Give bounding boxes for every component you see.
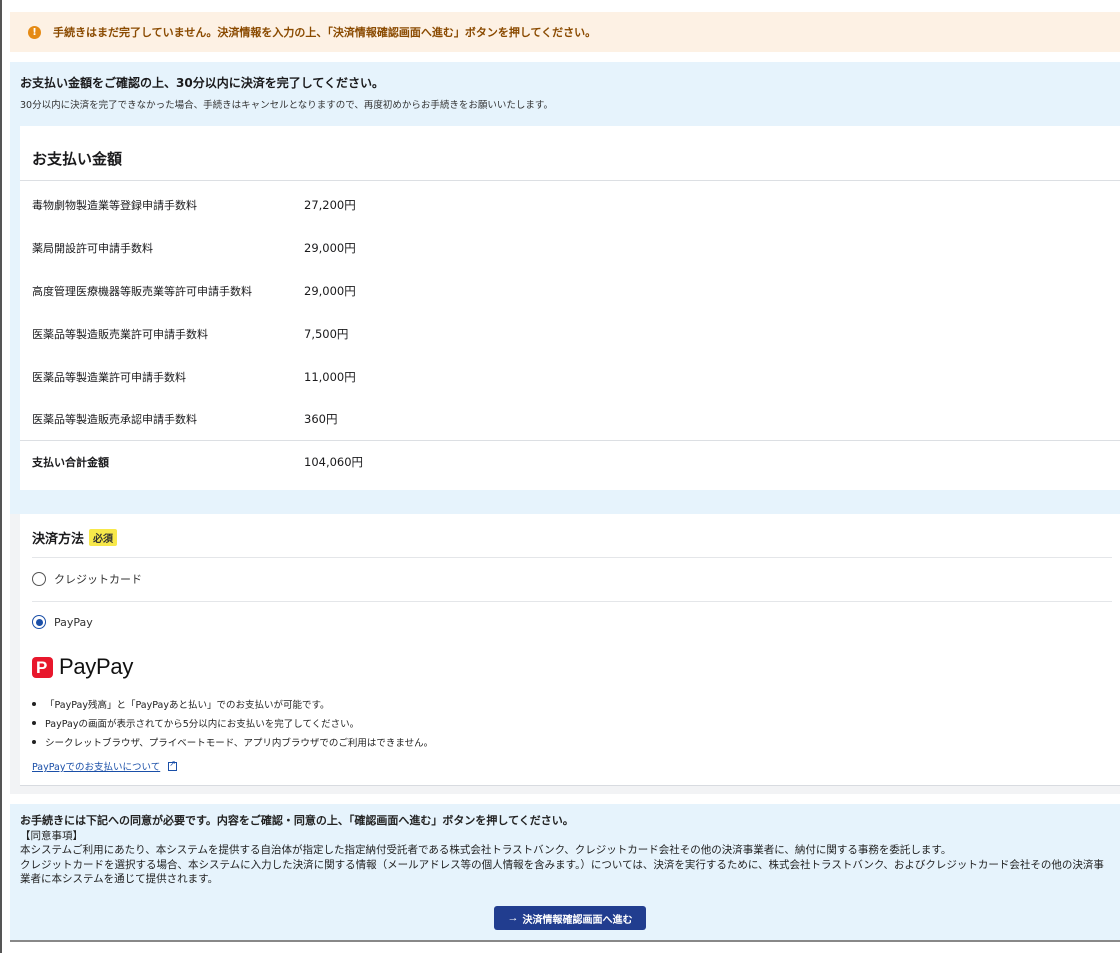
fee-row: 高度管理医療機器等販売業等許可申請手数料 29,000円 — [32, 281, 356, 301]
exclamation-icon: ! — [28, 25, 41, 39]
fee-name: 医薬品等製造販売承認申請手数料 — [32, 413, 197, 426]
arrow-right-icon: → — [507, 912, 519, 924]
payment-method-panel: 決済方法 必須 クレジットカード PayPay PayPay 「PayPay残高… — [20, 514, 1120, 786]
total-amount: 104,060円 — [304, 455, 364, 469]
alert-text: 手続きはまだ完了していません。決済情報を入力の上、「決済情報確認画面へ進む」ボタ… — [53, 26, 597, 39]
notice-heading: お支払い金額をご確認の上、30分以内に決済を完了してください。 — [20, 76, 384, 90]
payment-method-title: 決済方法 必須 — [32, 528, 118, 547]
divider — [20, 440, 1120, 441]
bullet-icon — [32, 739, 36, 744]
fee-row: 医薬品等製造業許可申請手数料 11,000円 — [32, 367, 356, 387]
radio-credit-card[interactable]: クレジットカード — [32, 571, 142, 587]
incomplete-alert: ! 手続きはまだ完了していません。決済情報を入力の上、「決済情報確認画面へ進む」… — [10, 12, 1120, 52]
list-item: シークレットブラウザ、プライベートモード、アプリ内ブラウザでのご利用はできません… — [32, 732, 433, 751]
agreement-label: 【同意事項】 — [20, 829, 83, 842]
fee-amount: 7,500円 — [304, 327, 349, 341]
radio-button-checked[interactable] — [32, 615, 46, 629]
fee-amount: 27,200円 — [304, 198, 356, 212]
list-item: PayPayの画面が表示されてから5分以内にお支払いを完了してください。 — [32, 713, 433, 732]
fee-amount: 11,000円 — [304, 370, 356, 384]
time-limit-notice: お支払い金額をご確認の上、30分以内に決済を完了してください。 30分以内に決済… — [10, 62, 1120, 116]
notice-subtext: 30分以内に決済を完了できなかった場合、手続きはキャンセルとなりますので、再度初… — [20, 100, 553, 111]
button-label: 決済情報確認画面へ進む — [522, 914, 633, 926]
agreement-heading: お手続きには下記への同意が必要です。内容をご確認・同意の上、「確認画面へ進む」ボ… — [20, 814, 574, 827]
fee-amount: 360円 — [304, 412, 338, 426]
fee-name: 医薬品等製造販売業許可申請手数料 — [32, 328, 208, 341]
note-text: シークレットブラウザ、プライベートモード、アプリ内ブラウザでのご利用はできません… — [45, 737, 434, 749]
total-row: 支払い合計金額 104,060円 — [32, 452, 363, 472]
divider — [32, 601, 1112, 602]
required-badge: 必須 — [89, 529, 118, 546]
fee-row: 薬局開設許可申請手数料 29,000円 — [32, 238, 356, 258]
fee-row: 医薬品等製造販売業許可申請手数料 7,500円 — [32, 324, 348, 344]
proceed-to-confirm-button[interactable]: → 決済情報確認画面へ進む — [494, 906, 646, 930]
divider — [20, 180, 1120, 181]
paypay-info-link[interactable]: PayPayでのお支払いについて — [32, 759, 178, 773]
fee-row: 毒物劇物製造業等登録申請手数料 27,200円 — [32, 195, 356, 215]
bullet-icon — [32, 720, 36, 725]
radio-button[interactable] — [32, 572, 46, 586]
radio-paypay[interactable]: PayPay — [32, 615, 93, 629]
paypay-logo-text: PayPay — [59, 654, 134, 679]
paypay-notes: 「PayPay残高」と「PayPayあと払い」でのお支払いが可能です。 PayP… — [32, 694, 433, 751]
fee-name: 高度管理医療機器等販売業等許可申請手数料 — [32, 285, 252, 298]
fee-amount: 29,000円 — [304, 241, 356, 255]
external-link-icon — [168, 759, 178, 771]
radio-label: PayPay — [54, 615, 93, 629]
paypay-logo: PayPay — [32, 654, 133, 680]
bottom-border — [10, 940, 1120, 942]
divider — [32, 557, 1112, 558]
total-label: 支払い合計金額 — [32, 456, 109, 469]
bullet-icon — [32, 701, 36, 706]
paypay-mark-icon — [32, 656, 53, 678]
payment-amount-panel: お支払い金額 毒物劇物製造業等登録申請手数料 27,200円 薬局開設許可申請手… — [20, 126, 1120, 490]
fee-name: 薬局開設許可申請手数料 — [32, 242, 153, 255]
agreement-text: クレジットカードを選択する場合、本システムに入力した決済に関する情報（メールアド… — [20, 858, 1104, 886]
payment-method-label: 決済方法 — [32, 532, 85, 547]
note-text: PayPayの画面が表示されてから5分以内にお支払いを完了してください。 — [45, 718, 360, 730]
note-text: 「PayPay残高」と「PayPayあと払い」でのお支払いが可能です。 — [45, 699, 330, 711]
link-text: PayPayでのお支払いについて — [32, 762, 161, 773]
payment-amount-title: お支払い金額 — [32, 150, 123, 168]
radio-label: クレジットカード — [54, 573, 142, 586]
fee-name: 医薬品等製造業許可申請手数料 — [32, 371, 186, 384]
agreement-text: 本システムご利用にあたり、本システムを提供する自治体が指定した指定納付受託者であ… — [20, 844, 952, 856]
fee-amount: 29,000円 — [304, 284, 356, 298]
list-item: 「PayPay残高」と「PayPayあと払い」でのお支払いが可能です。 — [32, 694, 433, 713]
fee-name: 毒物劇物製造業等登録申請手数料 — [32, 199, 197, 212]
fee-row: 医薬品等製造販売承認申請手数料 360円 — [32, 409, 337, 429]
